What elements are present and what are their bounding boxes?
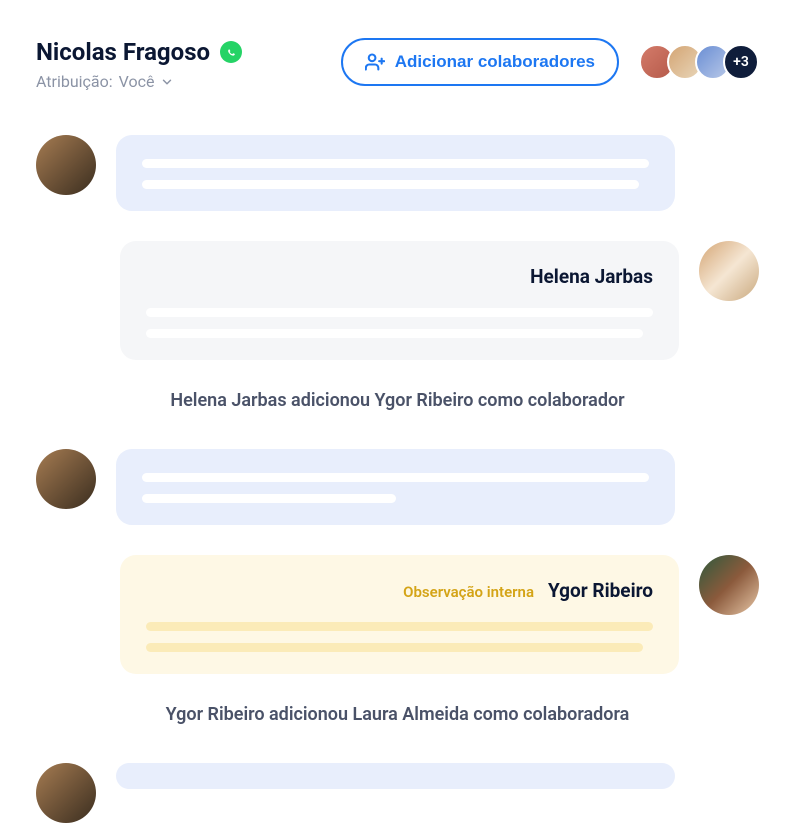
- whatsapp-icon: [220, 41, 242, 63]
- system-message: Helena Jarbas adicionou Ygor Ribeiro com…: [36, 390, 759, 411]
- skeleton-line: [146, 622, 653, 631]
- collaborator-avatar-stack[interactable]: +3: [639, 44, 759, 80]
- avatar: [699, 555, 759, 615]
- message-bubble: [116, 135, 675, 211]
- message-row: [36, 135, 759, 211]
- chevron-down-icon: [160, 75, 174, 89]
- skeleton-line: [146, 643, 643, 652]
- avatar: [36, 135, 96, 195]
- message-sender: Ygor Ribeiro: [548, 579, 653, 602]
- assignment-value: Você: [119, 72, 155, 91]
- message-row: [36, 449, 759, 525]
- header-left: Nicolas Fragoso Atribuição: Você: [36, 38, 242, 91]
- skeleton-line: [142, 494, 396, 503]
- skeleton-line: [142, 180, 639, 189]
- assignment-dropdown[interactable]: Atribuição: Você: [36, 72, 242, 91]
- message-bubble-internal-note: Observação interna Ygor Ribeiro: [120, 555, 679, 674]
- message-row: Observação interna Ygor Ribeiro: [36, 555, 759, 674]
- avatar: [699, 241, 759, 301]
- skeleton-line: [142, 473, 649, 482]
- message-bubble: [116, 449, 675, 525]
- add-person-icon: [365, 52, 385, 72]
- assignment-label: Atribuição:: [36, 72, 113, 91]
- message-bubble: Helena Jarbas: [120, 241, 679, 360]
- message-sender: Helena Jarbas: [146, 265, 653, 288]
- message-row: Helena Jarbas: [36, 241, 759, 360]
- internal-note-label: Observação interna: [403, 583, 534, 601]
- avatar: [36, 763, 96, 823]
- skeleton-line: [142, 159, 649, 168]
- system-message: Ygor Ribeiro adicionou Laura Almeida com…: [36, 704, 759, 725]
- page-title: Nicolas Fragoso: [36, 38, 210, 66]
- add-collaborators-label: Adicionar colaboradores: [395, 52, 595, 72]
- message-list: Helena Jarbas Helena Jarbas adicionou Yg…: [0, 91, 795, 823]
- avatar: [36, 449, 96, 509]
- message-row: [36, 763, 759, 823]
- message-bubble: [116, 763, 675, 789]
- avatar-more-count[interactable]: +3: [723, 44, 759, 80]
- skeleton-line: [146, 329, 643, 338]
- add-collaborators-button[interactable]: Adicionar colaboradores: [341, 38, 619, 86]
- skeleton-line: [146, 308, 653, 317]
